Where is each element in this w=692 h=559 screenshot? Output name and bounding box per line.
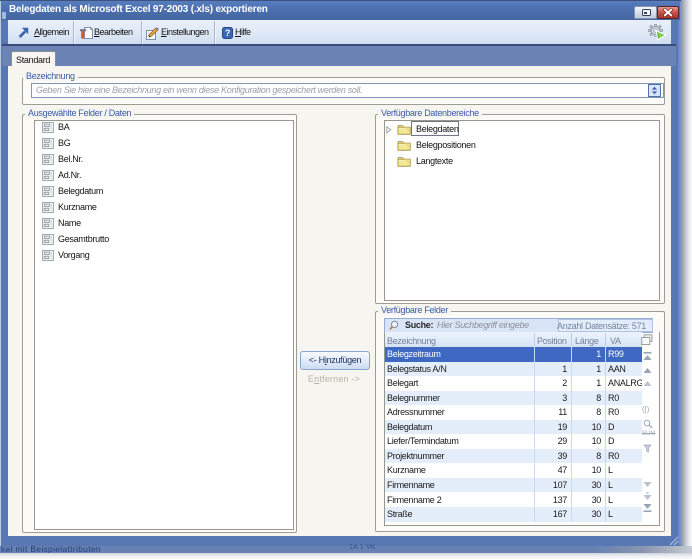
svg-text:?: ?	[225, 28, 230, 38]
